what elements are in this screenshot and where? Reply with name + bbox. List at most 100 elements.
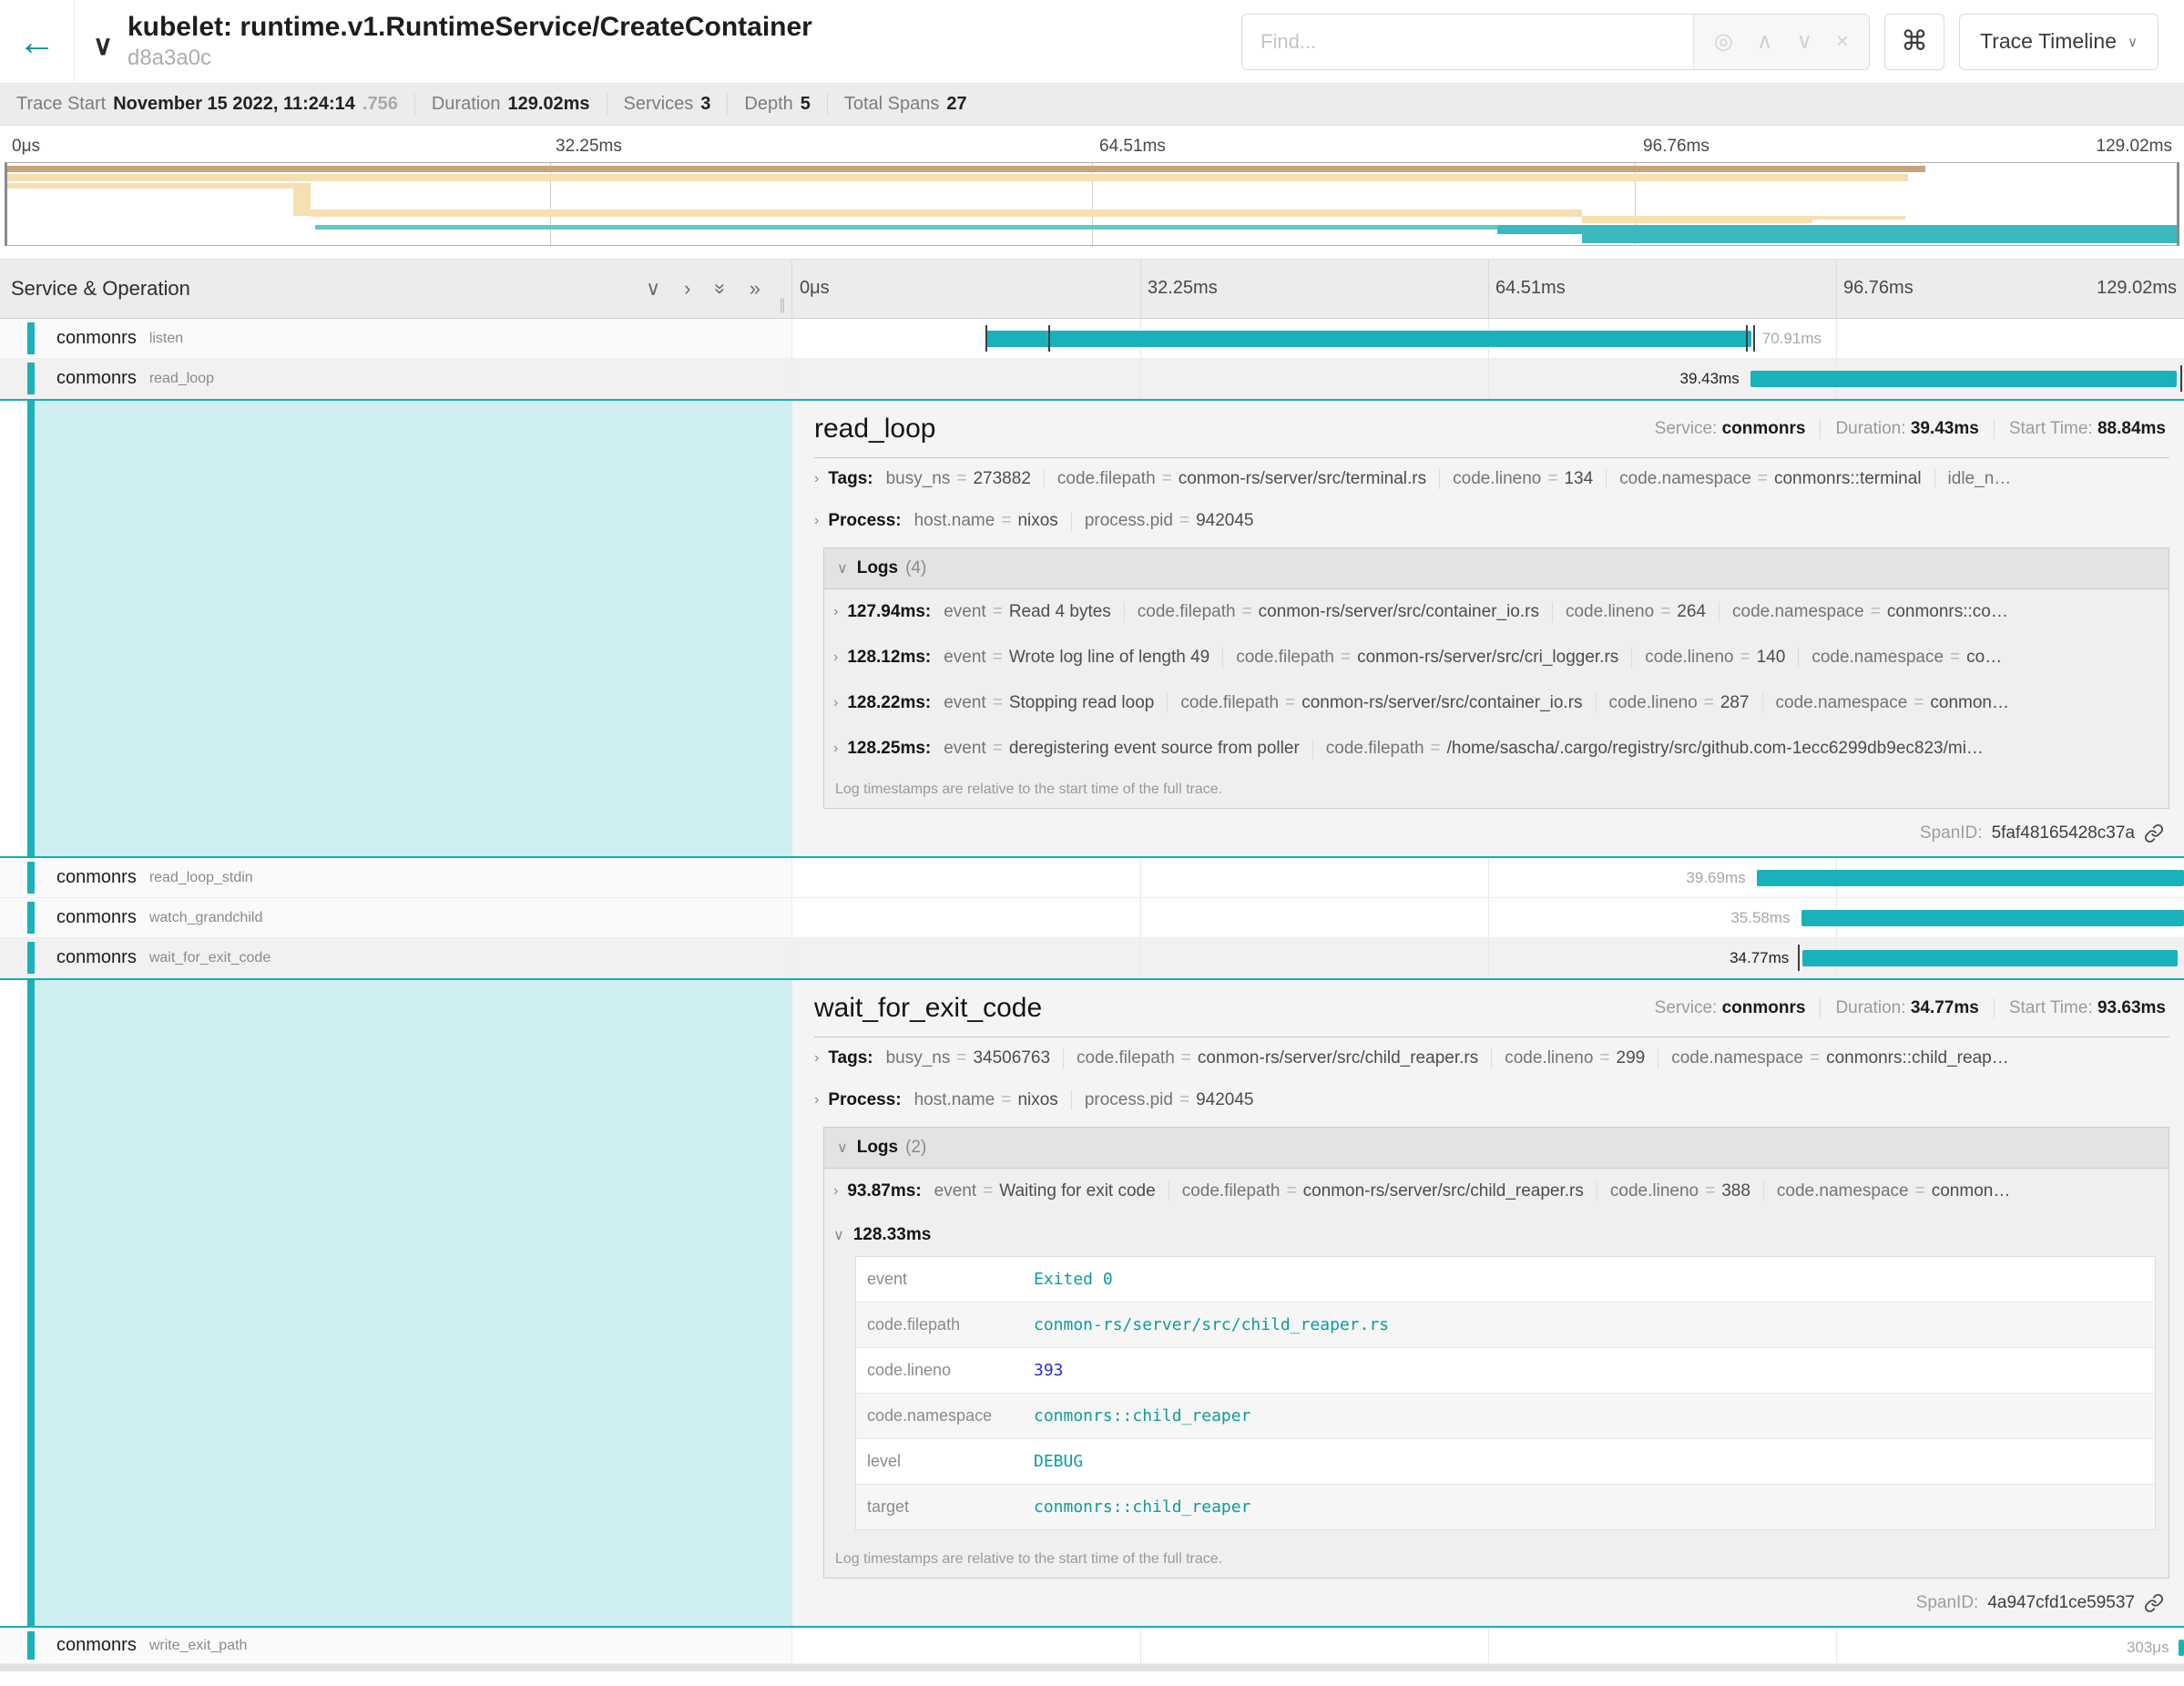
focus-match-icon[interactable]: ◎ [1714,28,1733,55]
trace-start: Trace Start November 15 2022, 11:24:14.7… [0,94,415,115]
span-color-bar [27,1631,35,1660]
link-icon[interactable] [2144,1593,2164,1613]
log-entry[interactable]: › 128.12ms: event=Wrote log line of leng… [824,635,2169,680]
span-bar[interactable] [2179,1640,2184,1656]
expand-all-icon[interactable]: » [750,277,760,301]
span-timeline-cell[interactable]: 303μs [792,1628,2184,1663]
clear-search-icon[interactable]: × [1836,29,1849,55]
span-timeline-cell[interactable]: 39.43ms [792,359,2184,398]
prev-result-icon[interactable]: ∧ [1757,28,1773,55]
span-name-cell[interactable]: conmonrs wait_for_exit_code [0,938,792,977]
keyboard-shortcuts-button[interactable]: ⌘ [1884,14,1944,70]
start-time-label: Start Time: [2009,998,2093,1017]
process-row[interactable]: › Process: host.name=nixos process.pid=9… [814,1079,2169,1121]
log-timestamp: 93.87ms: [847,1181,921,1201]
tag-key: code.namespace [1619,469,1751,489]
service-label: Service: [1655,419,1718,438]
span-bar[interactable] [1750,371,2177,387]
detail-title-row: read_loop Service: conmonrs Duration: 39… [814,414,2169,458]
log-entry[interactable]: › 128.25ms: event=deregistering event so… [824,726,2169,771]
start-time-label: Start Time: [2009,419,2093,438]
span-color-bar [27,942,35,974]
detail-stats: Service: conmonrs Duration: 34.77ms Star… [1640,998,2169,1018]
process-row[interactable]: › Process: host.name=nixos process.pid=9… [814,500,2169,542]
span-operation: wait_for_exit_code [149,950,270,966]
next-result-icon[interactable]: ∨ [1796,28,1812,55]
span-timeline-cell[interactable]: 39.69ms [792,858,2184,897]
span-name-cell[interactable]: conmonrs write_exit_path [0,1628,792,1663]
span-name-cell[interactable]: conmonrs watch_grandchild [0,898,792,937]
log-field-key: code.namespace [1732,602,1864,622]
equals: = [1286,1181,1296,1201]
equals: = [1950,648,1960,668]
span-duration-label: 39.43ms [1680,359,1740,399]
minimap-span-bar [1497,225,2177,234]
expand-one-icon[interactable]: › [684,277,690,301]
collapse-all-icon[interactable]: » [709,283,732,294]
minimap-span-bar [311,209,1582,217]
tag-key: idle_n… [1948,469,2012,489]
tags-row[interactable]: › Tags: busy_ns=273882 code.filepath=con… [814,458,2169,500]
logs-header[interactable]: ∨ Logs (4) [824,548,2169,589]
log-field-value: conmon-rs/server/src/container_io.rs [1259,602,1539,622]
collapse-trace-chevron-icon[interactable]: ∨ [93,30,113,62]
log-marker [2180,365,2182,392]
service-value: conmonrs [1722,419,1806,438]
span-name-cell[interactable]: conmonrs read_loop_stdin [0,858,792,897]
log-field-key: code.namespace [1777,1181,1909,1201]
trace-start-label: Trace Start [16,94,106,115]
chevron-right-icon: › [833,695,838,711]
span-id-row: SpanID: 5faf48165428c37a [814,812,2169,847]
span-service: conmonrs [56,368,137,389]
process-value: nixos [1017,1090,1057,1110]
logs-header[interactable]: ∨ Logs (2) [824,1128,2169,1169]
log-field-row: target conmonrs::child_reaper [856,1484,2155,1529]
find-input[interactable] [1242,15,1693,69]
log-field-key: code.lineno [1645,648,1733,668]
detail-operation-title: read_loop [814,414,935,444]
span-timeline-cell[interactable]: 34.77ms [792,938,2184,977]
detail-title-row: wait_for_exit_code Service: conmonrs Dur… [814,993,2169,1037]
trace-summary-bar: Trace Start November 15 2022, 11:24:14.7… [0,84,2184,126]
minimap-canvas[interactable] [5,162,2179,246]
span-name-cell[interactable]: conmonrs read_loop [0,359,792,398]
span-timeline-cell[interactable]: 70.91ms [792,319,2184,358]
span-bar[interactable] [1801,910,2184,926]
trace-view-selector[interactable]: Trace Timeline ∨ [1959,14,2158,70]
log-timestamp: 128.33ms [853,1225,932,1245]
link-icon[interactable] [2144,823,2164,843]
start-time-value: 93.63ms [2097,998,2166,1017]
tag-key: code.filepath [1057,469,1156,489]
minimap-span-bar [7,166,1925,172]
log-marker [1798,945,1800,971]
tag-key: code.namespace [1671,1048,1803,1068]
column-resizer-handle[interactable]: ∥ [779,296,786,314]
logs-section: ∨ Logs (2) › 93.87ms: event=Waiting for … [823,1127,2169,1579]
equals: = [1179,511,1189,531]
service-operation-column-header: Service & Operation ∨ › » » ∥ [0,260,792,318]
span-detail-wait-for-exit-code: wait_for_exit_code Service: conmonrs Dur… [0,978,2184,1628]
collapse-one-icon[interactable]: ∨ [646,277,660,301]
expanded-log-entry-header[interactable]: ∨ 128.33ms [824,1214,2169,1252]
tag-key: code.lineno [1453,469,1541,489]
timeline-minimap: 0μs 32.25ms 64.51ms 96.76ms 129.02ms [0,126,2184,259]
span-bar[interactable] [985,331,1750,347]
log-entry[interactable]: › 128.22ms: event=Stopping read loop cod… [824,680,2169,726]
log-entry[interactable]: › 93.87ms: event=Waiting for exit code c… [824,1169,2169,1214]
tags-row[interactable]: › Tags: busy_ns=34506763 code.filepath=c… [814,1037,2169,1079]
log-entry[interactable]: › 127.94ms: event=Read 4 bytes code.file… [824,589,2169,635]
log-marker [1048,325,1050,352]
equals: = [1179,1090,1189,1110]
span-color-bar [27,363,35,394]
detail-stats: Service: conmonrs Duration: 39.43ms Star… [1640,419,2169,439]
span-bar[interactable] [1757,870,2184,886]
log-field-value: DEBUG [1034,1439,1083,1484]
span-bar[interactable] [1802,950,2178,966]
span-timeline-cell[interactable]: 35.58ms [792,898,2184,937]
timeline-gridline [1488,1628,1489,1663]
span-name-cell[interactable]: conmonrs listen [0,319,792,358]
minimap-span-bar [1812,216,1905,220]
span-row-read-loop: conmonrs read_loop 39.43ms [0,359,2184,399]
back-button[interactable]: ← [0,0,75,83]
span-id-label: SpanID: [1920,823,1983,843]
